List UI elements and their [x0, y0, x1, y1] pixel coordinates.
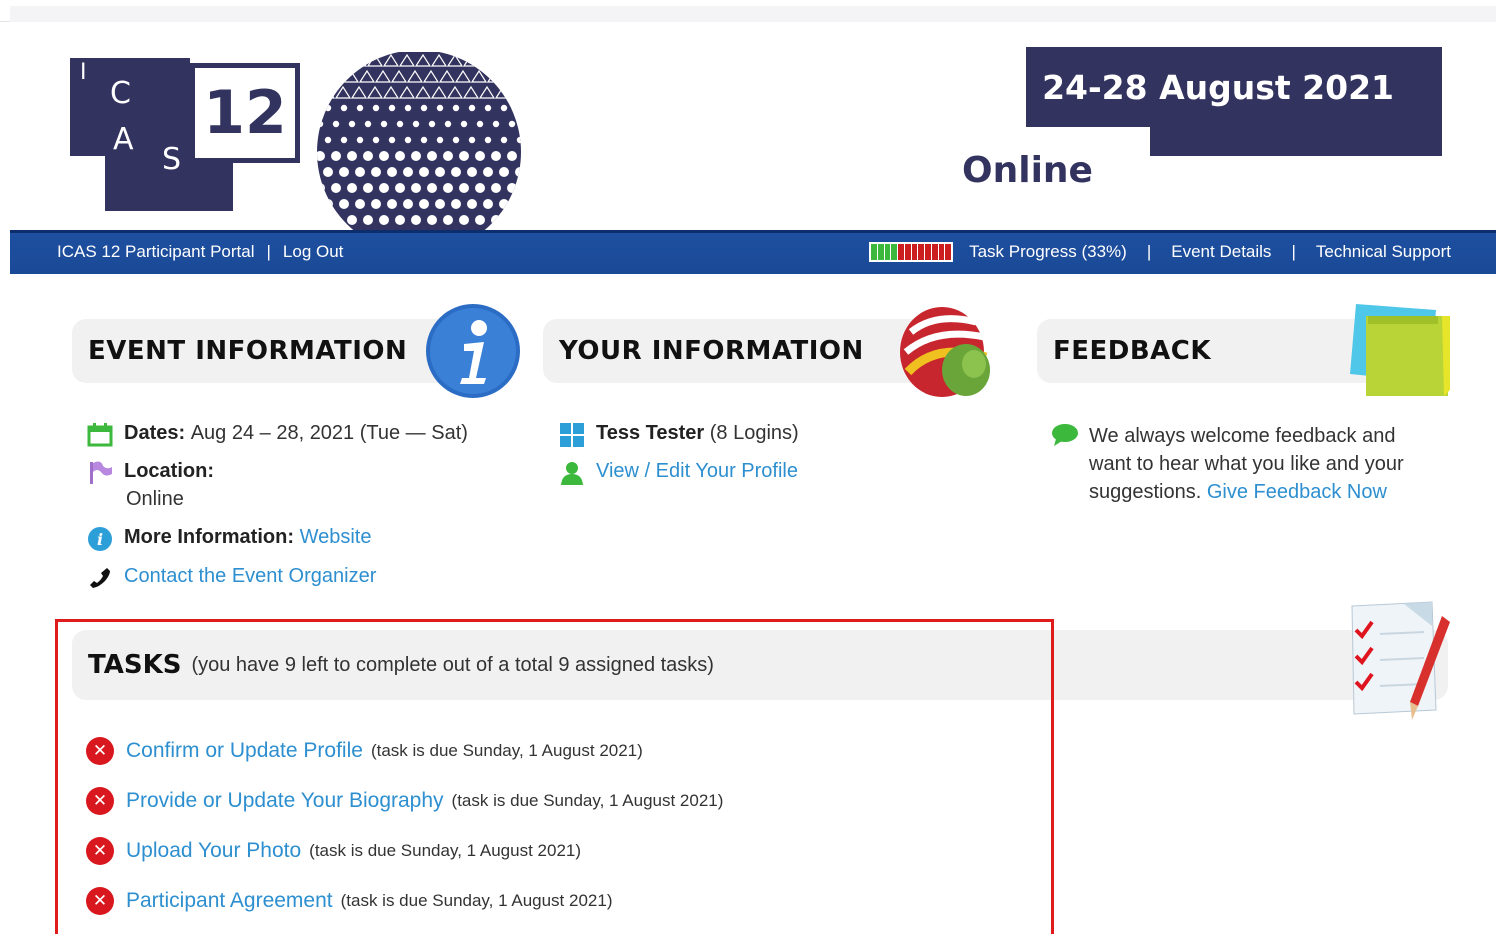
nav-separator: | [1146, 242, 1152, 261]
event-location-value-row: Online [126, 488, 184, 511]
progress-segment-todo [918, 244, 925, 260]
chat-bubble-icon [1051, 422, 1079, 448]
progress-segment-todo [938, 244, 945, 260]
windows-grid-icon [558, 422, 586, 448]
feedback-row: We always welcome feedback and want to h… [1051, 422, 1441, 506]
nav-left-group: ICAS 12 Participant Portal | Log Out [57, 242, 343, 262]
technical-support-link[interactable]: Technical Support [1316, 242, 1451, 262]
event-dates-row: Dates: Aug 24 – 28, 2021 (Tue — Sat) [86, 422, 468, 448]
give-feedback-link[interactable]: Give Feedback Now [1207, 481, 1387, 503]
dates-banner-tab [1150, 122, 1442, 156]
your-information-title: YOUR INFORMATION [559, 336, 864, 366]
nav-separator: | [1291, 242, 1296, 261]
checklist-icon [1351, 601, 1450, 720]
task-link[interactable]: Confirm or Update Profile [126, 739, 363, 763]
incomplete-x-icon: ✕ [86, 737, 114, 765]
location-value: Online [126, 488, 184, 510]
nav-separator: | [266, 242, 271, 261]
logo-number: 12 [190, 63, 300, 163]
logo-letter-a: A [113, 122, 134, 157]
info-circle-icon [426, 304, 520, 398]
task-item: ✕ Confirm or Update Profile (task is due… [86, 737, 643, 765]
feedback-text-wrap: We always welcome feedback and want to h… [1089, 422, 1441, 506]
progress-segment-todo [945, 244, 952, 260]
progress-segment-done [877, 244, 884, 260]
progress-segment-todo [904, 244, 911, 260]
logo-letter-i: I [80, 60, 87, 85]
more-information-row: i More Information: Website [86, 526, 371, 552]
progress-segment-todo [911, 244, 918, 260]
event-dates-banner: 24-28 August 2021 [1026, 47, 1442, 127]
feedback-title: FEEDBACK [1053, 336, 1212, 366]
incomplete-x-icon: ✕ [86, 787, 114, 815]
nav-right-group: Task Progress (33%) | Event Details | Te… [869, 242, 1451, 262]
portal-home-link[interactable]: ICAS 12 Participant Portal [57, 242, 254, 262]
event-details-link[interactable]: Event Details [1171, 242, 1271, 262]
browser-top-strip [0, 0, 1496, 22]
logo-letter-s: S [162, 142, 182, 177]
top-strip-fill [10, 6, 1496, 22]
dates-value: Aug 24 – 28, 2021 (Tue — Sat) [190, 422, 468, 444]
progress-segment-todo [925, 244, 931, 260]
profile-link-row: View / Edit Your Profile [558, 460, 798, 486]
logo-letter-c: C [110, 76, 131, 111]
task-link[interactable]: Participant Agreement [126, 889, 333, 913]
location-label: Location: [124, 460, 214, 482]
task-item: ✕ Participant Agreement (task is due Sun… [86, 887, 612, 915]
sticky-notes-icon [1350, 304, 1450, 396]
task-due-date: (task is due Sunday, 1 August 2021) [370, 741, 643, 760]
event-header: I C A S 12 24-28 August 2021 Online [10, 22, 1496, 244]
event-location-word: Online [962, 150, 1093, 191]
progress-segment-done [891, 244, 898, 260]
user-icon [558, 460, 586, 486]
progress-segment-done [884, 244, 891, 260]
logout-link[interactable]: Log Out [283, 242, 344, 262]
contact-row: Contact the Event Organizer [86, 565, 376, 591]
progress-segment-todo [898, 244, 904, 260]
login-count: (8 Logins) [709, 422, 799, 444]
incomplete-x-icon: ✕ [86, 887, 114, 915]
user-name-row: Tess Tester (8 Logins) [558, 422, 799, 448]
more-info-label: More Information: [124, 526, 294, 548]
svg-text:i: i [97, 530, 103, 549]
event-information-title: EVENT INFORMATION [88, 336, 408, 366]
calendar-icon [86, 422, 114, 448]
website-link[interactable]: Website [300, 526, 372, 549]
progress-segment-todo [931, 244, 938, 260]
phone-icon [86, 565, 114, 591]
user-name: Tess Tester [596, 422, 705, 444]
globe-logo-icon [317, 52, 521, 244]
incomplete-x-icon: ✕ [86, 837, 114, 865]
task-link[interactable]: Provide or Update Your Biography [126, 789, 444, 813]
progress-segment-done [871, 244, 877, 260]
portal-navbar: ICAS 12 Participant Portal | Log Out Tas… [10, 230, 1496, 274]
task-link[interactable]: Upload Your Photo [126, 839, 301, 863]
task-progress-bar [869, 242, 954, 262]
edit-profile-link[interactable]: View / Edit Your Profile [596, 460, 798, 483]
task-due-date: (task is due Sunday, 1 August 2021) [340, 891, 613, 910]
flag-icon [86, 460, 114, 486]
task-due-date: (task is due Sunday, 1 August 2021) [451, 791, 724, 810]
task-item: ✕ Upload Your Photo (task is due Sunday,… [86, 837, 581, 865]
contact-organizer-link[interactable]: Contact the Event Organizer [124, 565, 376, 588]
dates-label: Dates: [124, 422, 186, 444]
profile-swirl-icon [900, 307, 990, 397]
event-location-row: Location: [86, 460, 214, 486]
info-icon: i [86, 526, 114, 552]
task-progress-link[interactable]: Task Progress (33%) [969, 242, 1127, 262]
task-due-date: (task is due Sunday, 1 August 2021) [309, 841, 582, 860]
task-item: ✕ Provide or Update Your Biography (task… [86, 787, 723, 815]
